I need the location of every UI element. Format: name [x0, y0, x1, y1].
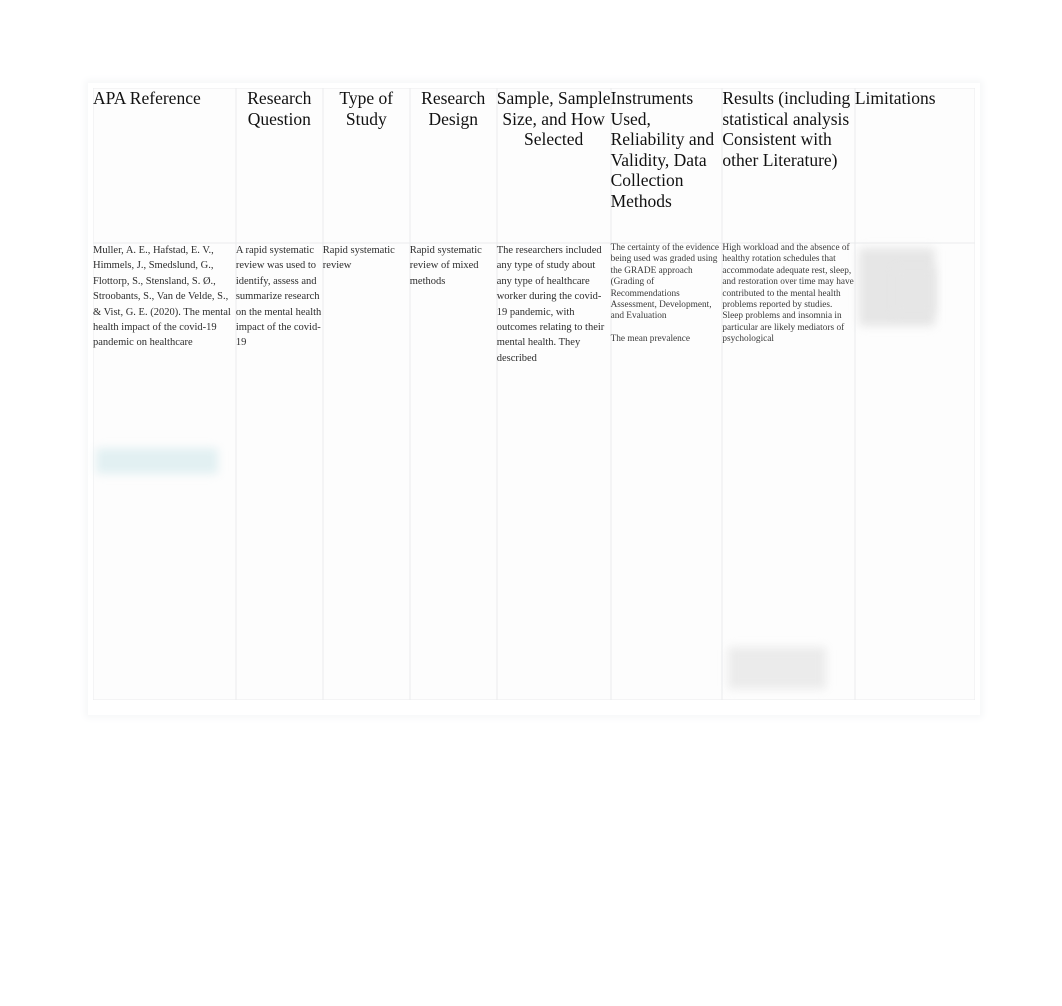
apa-reference-text: Muller, A. E., Hafstad, E. V., Himmels, …: [93, 245, 231, 349]
column-header-research-design: Research Design: [409, 88, 497, 243]
document-page: APA Reference Research Question Type of …: [0, 0, 1062, 1006]
table-header-row-group: APA Reference Research Question Type of …: [93, 88, 975, 243]
cell-limitations: [854, 243, 975, 700]
sample-text: The researchers included any type of stu…: [496, 245, 605, 364]
cell-type-of-study: Rapid systematic review: [322, 243, 410, 700]
type-of-study-text: Rapid systematic review: [322, 245, 395, 272]
cell-apa-reference: Muller, A. E., Hafstad, E. V., Himmels, …: [93, 243, 236, 700]
cell-research-question: A rapid systematic review was used to id…: [235, 243, 323, 700]
apa-reference-highlight-block: [96, 448, 218, 474]
table-row: Muller, A. E., Hafstad, E. V., Himmels, …: [93, 243, 975, 700]
results-redaction-block: [728, 647, 827, 689]
table-header-row: APA Reference Research Question Type of …: [93, 88, 975, 243]
cell-research-design: Rapid systematic review of mixed methods: [409, 243, 497, 700]
table-body: Muller, A. E., Hafstad, E. V., Himmels, …: [93, 243, 975, 700]
literature-review-matrix-table: APA Reference Research Question Type of …: [93, 88, 975, 700]
instruments-primary-text: The certainty of the evidence being used…: [610, 243, 719, 322]
cell-results: High workload and the absence of healthy…: [722, 243, 855, 700]
column-header-apa-reference: APA Reference: [93, 88, 236, 243]
column-header-limitations: Limitations: [854, 88, 975, 243]
column-header-sample-size-selection: Sample, Sample Size, and How Selected: [496, 88, 611, 243]
instruments-secondary-text: The mean prevalence: [610, 333, 691, 344]
column-header-results: Results (including statistical analysis …: [722, 88, 855, 243]
limitations-redaction-block: [858, 248, 935, 326]
column-header-research-question: Research Question: [235, 88, 323, 243]
cell-instruments-used: The certainty of the evidence being used…: [610, 243, 723, 700]
column-header-instruments-used: Instruments Used, Reliability and Validi…: [610, 88, 723, 243]
research-question-text: A rapid systematic review was used to id…: [235, 245, 322, 349]
research-design-text: Rapid systematic review of mixed methods: [409, 245, 482, 287]
column-header-type-of-study: Type of Study: [322, 88, 410, 243]
limitations-redaction-block-inner: [892, 267, 935, 315]
results-text: High workload and the absence of healthy…: [722, 243, 854, 345]
cell-sample-size-selection: The researchers included any type of stu…: [496, 243, 611, 700]
